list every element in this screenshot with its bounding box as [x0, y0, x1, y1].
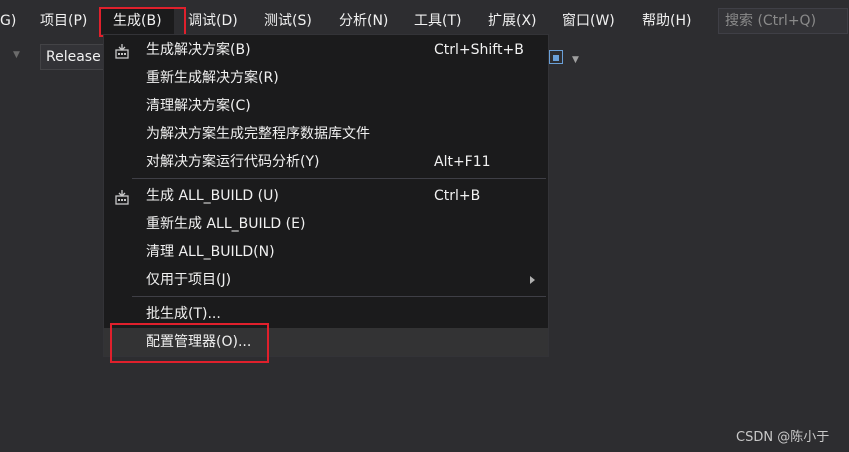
- build-menu-dropdown: 生成解决方案(B) Ctrl+Shift+B 重新生成解决方案(R) 清理解决方…: [103, 34, 549, 357]
- menu-separator: [132, 296, 546, 297]
- menu-item-label: 仅用于项目(J): [146, 272, 232, 288]
- menu-item-build-solution[interactable]: 生成解决方案(B) Ctrl+Shift+B: [104, 36, 548, 64]
- menu-item-project[interactable]: 项目(P): [40, 8, 87, 34]
- menu-item-test[interactable]: 测试(S): [264, 8, 312, 34]
- menu-item-label: 生成解决方案(B): [146, 42, 251, 58]
- build-icon: [115, 44, 129, 59]
- menu-item-configuration-manager[interactable]: 配置管理器(O)...: [104, 328, 548, 356]
- menu-item-project-only[interactable]: 仅用于项目(J): [104, 266, 548, 294]
- menu-item-label: 重新生成 ALL_BUILD (E): [146, 216, 306, 232]
- menu-item-shortcut: Ctrl+B: [434, 188, 481, 204]
- build-icon: [115, 190, 129, 205]
- chevron-down-icon[interactable]: ▼: [13, 50, 20, 60]
- menu-item-analyze[interactable]: 分析(N): [339, 8, 388, 34]
- menu-item-debug[interactable]: 调试(D): [188, 8, 238, 34]
- menu-item-batch-build[interactable]: 批生成(T)...: [104, 300, 548, 328]
- submenu-arrow-icon: [530, 276, 535, 284]
- menu-item-label: 为解决方案生成完整程序数据库文件: [146, 126, 370, 142]
- configuration-combobox[interactable]: Release: [40, 44, 106, 70]
- menu-item-run-code-analysis[interactable]: 对解决方案运行代码分析(Y) Alt+F11: [104, 148, 548, 176]
- menu-item-clean-all-build[interactable]: 清理 ALL_BUILD(N): [104, 238, 548, 266]
- menu-item-label: 清理 ALL_BUILD(N): [146, 244, 275, 260]
- menu-item-extensions[interactable]: 扩展(X): [488, 8, 537, 34]
- menu-item-label: 生成 ALL_BUILD (U): [146, 188, 279, 204]
- menu-item-rebuild-all-build[interactable]: 重新生成 ALL_BUILD (E): [104, 210, 548, 238]
- home-icon[interactable]: [549, 50, 563, 64]
- menu-item-clean-solution[interactable]: 清理解决方案(C): [104, 92, 548, 120]
- menu-item-tools[interactable]: 工具(T): [414, 8, 461, 34]
- menu-item-shortcut: Ctrl+Shift+B: [434, 42, 524, 58]
- menu-item-generate-pdb[interactable]: 为解决方案生成完整程序数据库文件: [104, 120, 548, 148]
- menu-item-label: 对解决方案运行代码分析(Y): [146, 154, 320, 170]
- menu-item-label: 清理解决方案(C): [146, 98, 251, 114]
- chevron-down-icon[interactable]: ▼: [572, 55, 579, 65]
- menu-item-help[interactable]: 帮助(H): [642, 8, 691, 34]
- menu-item-label: 重新生成解决方案(R): [146, 70, 279, 86]
- menu-item-shortcut: Alt+F11: [434, 154, 491, 170]
- watermark: CSDN @陈小于: [736, 430, 830, 445]
- menu-item-rebuild-solution[interactable]: 重新生成解决方案(R): [104, 64, 548, 92]
- menu-item-build[interactable]: 生成(B): [101, 8, 174, 34]
- menu-separator: [132, 178, 546, 179]
- menu-item-window[interactable]: 窗口(W): [562, 8, 615, 34]
- menu-item-partial[interactable]: G): [0, 8, 16, 34]
- menu-item-label: 配置管理器(O)...: [146, 334, 252, 350]
- menu-item-build-all-build[interactable]: 生成 ALL_BUILD (U) Ctrl+B: [104, 182, 548, 210]
- menu-item-label: 批生成(T)...: [146, 306, 221, 322]
- search-input[interactable]: 搜索 (Ctrl+Q): [718, 8, 848, 34]
